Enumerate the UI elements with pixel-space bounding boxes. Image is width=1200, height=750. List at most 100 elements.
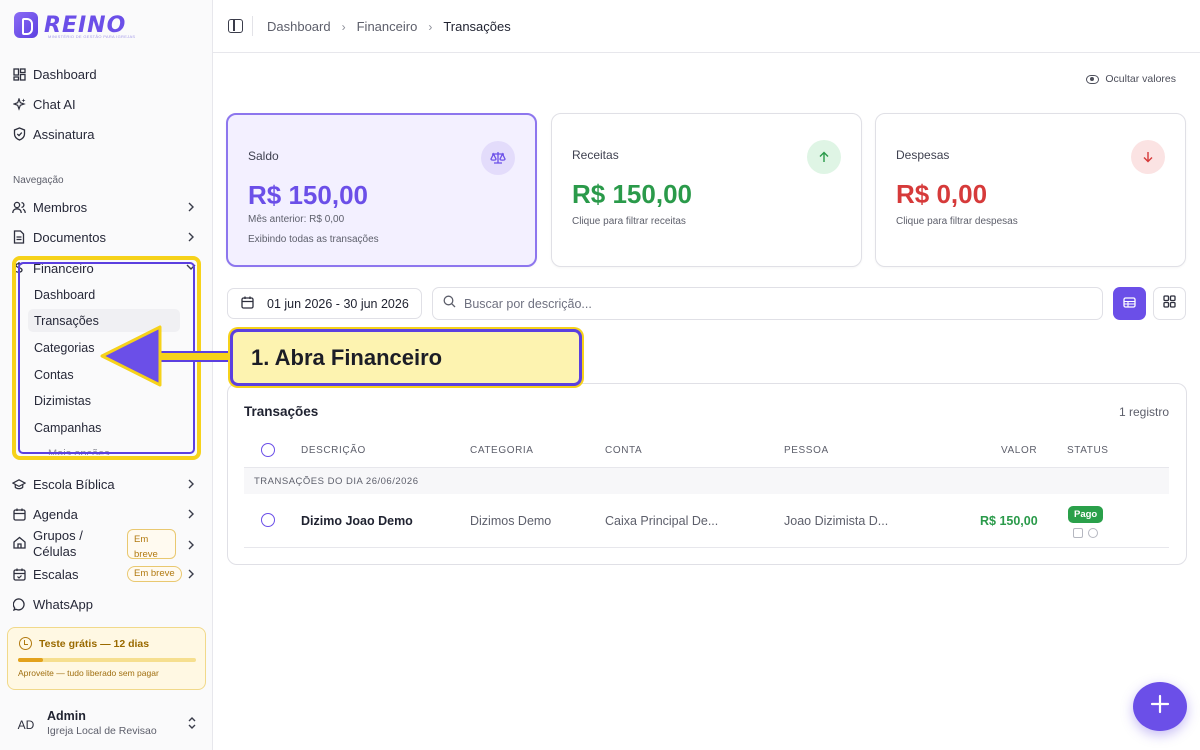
chevron-right-icon: [184, 567, 198, 581]
sidebar-item-label: Documentos: [33, 229, 106, 245]
sidebar-item-label: Escola Bíblica: [33, 476, 115, 492]
sidebar-item-whatsapp[interactable]: WhatsApp: [12, 592, 200, 616]
grid-view-button[interactable]: [1153, 287, 1186, 320]
column-header-pessoa[interactable]: PESSOA: [784, 445, 829, 456]
trial-progress-bar: [18, 658, 196, 662]
logo-mark-icon: [14, 12, 38, 38]
transactions-panel: Transações 1 registro DESCRIÇÃO CATEGORI…: [227, 383, 1187, 565]
clock-icon: [19, 637, 32, 650]
home-icon: [12, 535, 26, 549]
record-count: 1 registro: [1118, 405, 1169, 419]
chevron-right-icon: [184, 230, 198, 244]
breadcrumb-dashboard[interactable]: Dashboard: [267, 19, 331, 34]
section-label-navegacao: Navegação: [13, 175, 64, 186]
hide-values-label: Ocultar valores: [1105, 73, 1176, 85]
row-description[interactable]: Dizimo Joao Demo: [301, 514, 413, 528]
date-range-picker[interactable]: 01 jun 2026 - 30 jun 2026: [227, 288, 422, 319]
column-header-categoria[interactable]: CATEGORIA: [470, 445, 534, 456]
breadcrumb-financeiro[interactable]: Financeiro: [357, 19, 418, 34]
sidebar-item-label: Chat AI: [33, 96, 76, 112]
search-box[interactable]: [432, 287, 1103, 320]
sidebar-item-label: Escalas: [33, 566, 79, 582]
sidebar-item-escola-biblica[interactable]: Escola Bíblica: [12, 472, 200, 496]
date-group-label: TRANSAÇÕES DO DIA 26/06/2026: [254, 476, 419, 487]
row-person: Joao Dizimista D...: [784, 514, 889, 528]
card-label: Saldo: [248, 149, 279, 163]
hide-values-toggle[interactable]: Ocultar valores: [1086, 73, 1176, 85]
balance-value: R$ 150,00: [248, 180, 368, 210]
user-org: Igreja Local de Revisao: [47, 725, 157, 737]
status-badge: Pago: [1068, 506, 1104, 523]
row-checkbox[interactable]: [261, 513, 275, 527]
card-label: Receitas: [572, 148, 619, 162]
date-range-label: 01 jun 2026 - 30 jun 2026: [267, 296, 409, 311]
grid-icon: [1163, 294, 1176, 313]
sidebar-item-agenda[interactable]: Agenda: [12, 502, 200, 526]
breadcrumb-transacoes: Transações: [443, 19, 511, 34]
panel-title: Transações: [244, 404, 319, 419]
divider: [252, 16, 253, 36]
grid-icon: [12, 67, 26, 81]
chevron-right-icon: ›: [341, 19, 346, 34]
table-icon: [1123, 295, 1136, 313]
user-menu[interactable]: AD Admin Igreja Local de Revisao: [12, 707, 202, 741]
list-view-button[interactable]: [1113, 287, 1146, 320]
chevron-right-icon: [184, 507, 198, 521]
calendar-check-icon: [12, 567, 26, 581]
tutorial-arrow: [100, 325, 235, 387]
trial-title: Teste grátis — 12 dias: [39, 638, 150, 650]
column-header-descricao[interactable]: DESCRIÇÃO: [301, 445, 366, 456]
income-value: R$ 150,00: [572, 179, 692, 209]
sidebar-item-label: Grupos / Células: [33, 528, 83, 559]
print-icon[interactable]: [1073, 528, 1083, 538]
balance-note: Exibindo todas as transações: [248, 234, 379, 245]
column-header-valor[interactable]: VALOR: [1001, 445, 1037, 456]
column-header-status[interactable]: STATUS: [1067, 445, 1109, 456]
trial-subtitle: Aproveite — tudo liberado sem pagar: [18, 668, 159, 678]
calendar-icon: [12, 507, 26, 521]
add-transaction-button[interactable]: [1133, 682, 1187, 731]
search-input[interactable]: [464, 296, 1064, 311]
balance-card[interactable]: Saldo R$ 150,00 Mês anterior: R$ 0,00 Ex…: [226, 113, 537, 267]
chevrons-up-down-icon: [186, 715, 198, 731]
chevron-right-icon: ›: [428, 19, 433, 34]
whatsapp-icon: [12, 597, 26, 611]
sidebar-item-chat-ai[interactable]: Chat AI: [12, 92, 200, 116]
sidebar-item-documentos[interactable]: Documentos: [12, 225, 200, 249]
select-all-checkbox[interactable]: [261, 443, 275, 457]
expense-note: Clique para filtrar despesas: [896, 216, 1018, 227]
users-icon: [12, 200, 26, 214]
sidebar-item-membros[interactable]: Membros: [12, 195, 200, 219]
app-root: REINO MINISTÉRIO DE GESTÃO PARA IGREJAS …: [0, 0, 1200, 750]
logo-subtitle: MINISTÉRIO DE GESTÃO PARA IGREJAS: [48, 34, 136, 39]
arrow-down-icon: [1131, 140, 1165, 174]
income-note: Clique para filtrar receitas: [572, 216, 686, 227]
date-group-row: TRANSAÇÕES DO DIA 26/06/2026: [244, 468, 1169, 494]
sidebar-item-assinatura[interactable]: Assinatura: [12, 122, 200, 146]
row-category: Dizimos Demo: [470, 514, 552, 528]
trial-banner[interactable]: Teste grátis — 12 dias Aproveite — tudo …: [7, 627, 206, 690]
breadcrumb: Dashboard › Financeiro › Transações: [267, 19, 511, 34]
sidebar-item-escalas[interactable]: Escalas Em breve: [12, 562, 200, 586]
income-card[interactable]: Receitas R$ 150,00 Clique para filtrar r…: [551, 113, 862, 267]
expense-value: R$ 0,00: [896, 179, 988, 209]
sidebar-item-label: Membros: [33, 199, 88, 215]
sidebar-item-dashboard[interactable]: Dashboard: [12, 62, 200, 86]
search-icon: [443, 295, 456, 313]
file-icon: [12, 230, 26, 244]
column-header-conta[interactable]: CONTA: [605, 445, 642, 456]
sidebar-item-label: Agenda: [33, 506, 78, 522]
sidebar-item-label: WhatsApp: [33, 596, 93, 612]
expense-card[interactable]: Despesas R$ 0,00 Clique para filtrar des…: [875, 113, 1186, 267]
sidebar-toggle-icon[interactable]: [228, 19, 243, 33]
chevron-right-icon: [184, 477, 198, 491]
shield-check-icon: [12, 127, 26, 141]
arrow-up-icon: [807, 140, 841, 174]
card-label: Despesas: [896, 148, 950, 162]
check-circle-icon[interactable]: [1088, 528, 1098, 538]
divider: [244, 547, 1169, 548]
chevron-right-icon: [184, 200, 198, 214]
scale-icon: [481, 141, 515, 175]
coming-soon-badge: Em breve: [127, 566, 182, 582]
user-name: Admin: [47, 709, 86, 723]
